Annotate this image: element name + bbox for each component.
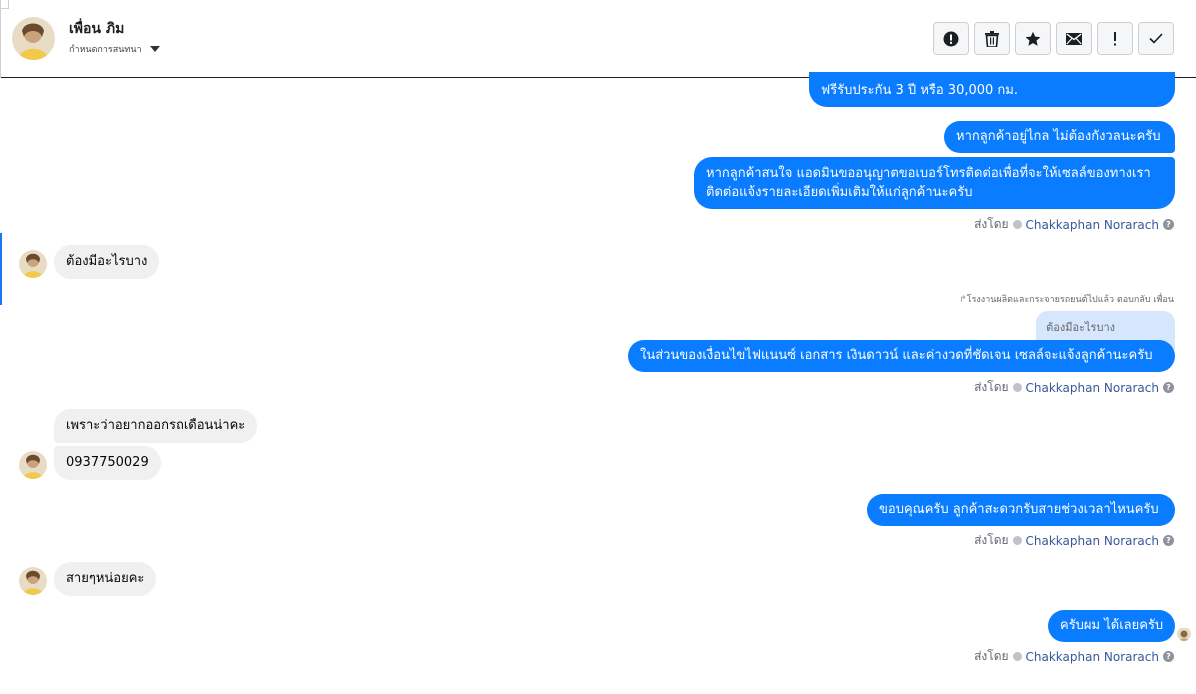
conversation-toolbar [933,22,1174,55]
help-icon[interactable]: ? [1163,535,1174,546]
message-incoming[interactable]: สายๆหน่อยคะ [54,562,157,596]
message-text-line: หากลูกค้าสนใจ แอดมินขออนุญาตขอเบอร์โทรติ… [706,166,1151,181]
sent-by-label: ส่งโดย [974,217,1009,231]
message-text: ต้องมีอะไรบาง [66,254,148,269]
verified-icon [1012,220,1022,229]
sent-by-label: ส่งโดย [974,533,1009,547]
alert-circle-icon [943,31,959,46]
message-incoming[interactable]: เพราะว่าอยากออกรถเดือนน่าคะ [54,409,258,443]
reply-icon: ↱ [959,295,967,305]
message-incoming[interactable]: ต้องมีอะไรบาง [54,245,160,279]
seen-indicator-avatar [1177,627,1191,641]
caret-down-icon [149,46,160,52]
sent-by-label: ส่งโดย [974,380,1009,394]
message-outgoing[interactable]: หากลูกค้าอยู่ไกล ไม่ต้องกังวลนะครับ [944,121,1175,153]
message-outgoing[interactable]: ขอบคุณครับ ลูกค้าสะดวกรับสายช่วงเวลาไหนค… [867,494,1175,526]
message-outgoing[interactable]: ครับผม ได้เลยครับ [1048,610,1175,642]
corner-mark [0,0,9,9]
message-text: ครับผม ได้เลยครับ [1060,618,1164,633]
message-text-line: ติดต่อแจ้งรายละเอียดเพิ่มเติมให้แก่ลูกค้… [706,185,973,200]
contact-avatar-small[interactable] [19,250,47,278]
reply-context-text: โรงงานผลิตและกระจายรถยนต์ไปแล้ว ตอบกลับ … [966,295,1174,305]
verified-icon [1012,536,1022,545]
message-outgoing[interactable]: ฟรีรับประกัน 3 ปี หรือ 30,000 กม. [809,72,1175,107]
conversation-header: เพื่อน ภิม กำหนดการสนทนา [0,0,1196,78]
exclamation-icon [1114,31,1116,45]
sent-by-label: ส่งโดย [974,649,1009,663]
reply-context: ↱โรงงานผลิตและกระจายรถยนต์ไปแล้ว ตอบกลับ… [959,292,1174,306]
message-text: ในส่วนของเงื่อนไขไฟแนนซ์ เอกสาร เงินดาวน… [640,348,1153,363]
mark-unread-button[interactable] [1056,22,1092,55]
sent-by-line: ส่งโดย Chakkaphan Norarach ? [974,378,1174,397]
conversation-status-label: กำหนดการสนทนา [69,45,142,55]
contact-avatar-small[interactable] [19,451,47,479]
message-text: สายๆหน่อยคะ [66,571,145,586]
sent-by-line: ส่งโดย Chakkaphan Norarach ? [974,531,1174,550]
sent-by-line: ส่งโดย Chakkaphan Norarach ? [974,647,1174,666]
sent-by-line: ส่งโดย Chakkaphan Norarach ? [974,215,1174,234]
contact-name[interactable]: เพื่อน ภิม [69,18,124,40]
contact-avatar[interactable] [12,17,55,60]
agent-name-link[interactable]: Chakkaphan Norarach [1026,381,1159,395]
message-text: ฟรีรับประกัน 3 ปี หรือ 30,000 กม. [821,83,1018,98]
star-icon [1025,31,1041,46]
verified-icon [1012,383,1022,392]
message-text: ขอบคุณครับ ลูกค้าสะดวกรับสายช่วงเวลาไหนค… [879,502,1159,517]
agent-name-link[interactable]: Chakkaphan Norarach [1026,534,1159,548]
check-icon [1149,33,1163,44]
message-outgoing[interactable]: ในส่วนของเงื่อนไขไฟแนนซ์ เอกสาร เงินดาวน… [628,340,1175,372]
star-button[interactable] [1015,22,1051,55]
active-conversation-indicator [0,233,2,305]
agent-name-link[interactable]: Chakkaphan Norarach [1026,218,1159,232]
follow-up-button[interactable] [1097,22,1133,55]
trash-icon [985,30,999,47]
reply-quote-text: ต้องมีอะไรบาง [1046,321,1115,334]
spam-button[interactable] [933,22,969,55]
left-edge-divider [0,0,1,78]
conversation-status-dropdown[interactable]: กำหนดการสนทนา [69,42,160,56]
message-text: หากลูกค้าอยู่ไกล ไม่ต้องกังวลนะครับ [956,129,1161,144]
message-text: 0937750029 [66,455,149,470]
message-outgoing[interactable]: หากลูกค้าสนใจ แอดมินขออนุญาตขอเบอร์โทรติ… [694,157,1175,209]
message-text: เพราะว่าอยากออกรถเดือนน่าคะ [66,418,246,433]
help-icon[interactable]: ? [1163,382,1174,393]
help-icon[interactable]: ? [1163,651,1174,662]
mark-done-button[interactable] [1138,22,1174,55]
contact-avatar-small[interactable] [19,567,47,595]
message-incoming[interactable]: 0937750029 [54,446,161,480]
agent-name-link[interactable]: Chakkaphan Norarach [1026,650,1159,664]
envelope-icon [1066,32,1082,45]
help-icon[interactable]: ? [1163,219,1174,230]
verified-icon [1012,652,1022,661]
delete-button[interactable] [974,22,1010,55]
